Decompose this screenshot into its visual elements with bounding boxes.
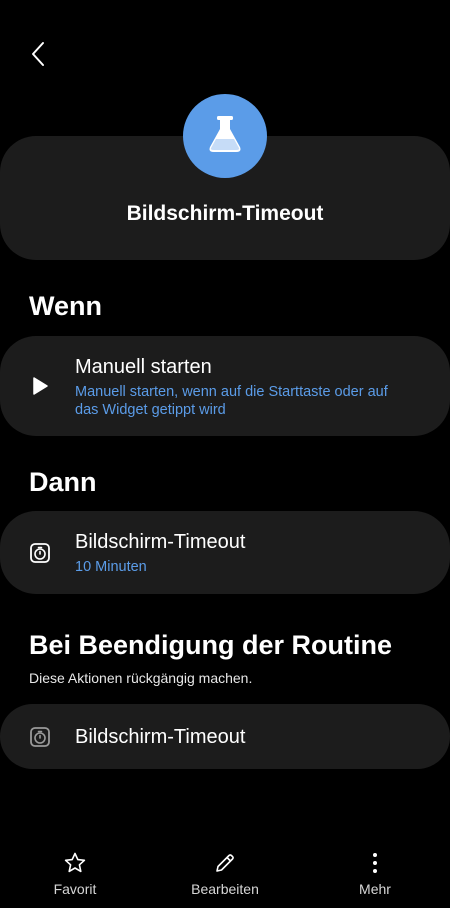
action-value: 10 Minuten [75, 559, 147, 575]
section-heading-routine-end: Bei Beendigung der Routine [29, 630, 393, 660]
more-vertical-icon [362, 850, 388, 876]
edit-label: Bearbeiten [191, 881, 259, 897]
star-icon [62, 850, 88, 876]
action-title: Bildschirm-Timeout [75, 531, 246, 553]
undo-card-screen-timeout[interactable]: Bildschirm-Timeout [0, 704, 450, 769]
timer-icon [28, 541, 52, 565]
section-heading-dann: Dann [29, 467, 97, 497]
favorite-label: Favorit [53, 881, 97, 897]
back-button[interactable] [20, 38, 56, 74]
bottom-nav: Favorit Bearbeiten Mehr [0, 838, 450, 908]
chevron-left-icon [30, 41, 46, 72]
trigger-title: Manuell starten [75, 356, 212, 378]
trigger-card-manual-start[interactable]: Manuell starten Manuell starten, wenn au… [0, 336, 450, 436]
pencil-icon [212, 850, 238, 876]
routine-icon[interactable] [183, 94, 267, 178]
timer-icon [28, 725, 52, 749]
trigger-description: Manuell starten, wenn auf die Starttaste… [75, 384, 388, 418]
more-button[interactable]: Mehr [315, 850, 435, 897]
action-card-screen-timeout[interactable]: Bildschirm-Timeout 10 Minuten [0, 511, 450, 594]
routine-name: Bildschirm-Timeout [126, 202, 324, 225]
favorite-button[interactable]: Favorit [15, 850, 135, 897]
play-icon [28, 374, 52, 398]
edit-button[interactable]: Bearbeiten [165, 850, 285, 897]
flask-icon [206, 114, 244, 159]
more-label: Mehr [359, 881, 391, 897]
section-subheading-routine-end: Diese Aktionen rückgängig machen. [29, 670, 253, 686]
undo-action-title: Bildschirm-Timeout [75, 726, 246, 748]
section-heading-wenn: Wenn [29, 291, 102, 321]
